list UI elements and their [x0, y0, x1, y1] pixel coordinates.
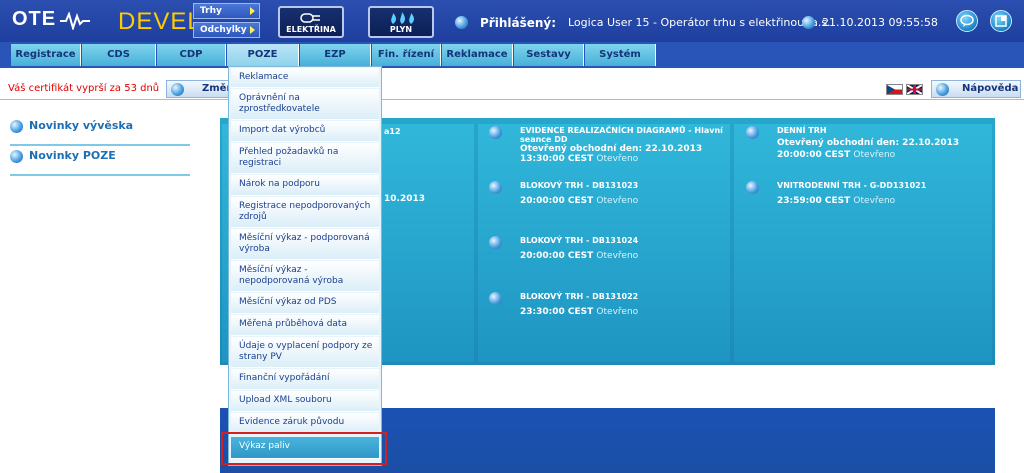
elektrina-label: ELEKTŘINA	[286, 25, 336, 34]
menu-item-merena-data[interactable]: Měřená průběhová data	[231, 315, 379, 336]
flag-cz-icon[interactable]	[886, 84, 903, 95]
elektrina-button[interactable]: ELEKTŘINA	[278, 6, 344, 38]
plug-icon	[300, 13, 320, 23]
ote-logo[interactable]: OTE	[12, 8, 90, 31]
plyn-button[interactable]: PLYN	[368, 6, 434, 38]
bullet-icon	[10, 120, 23, 133]
event-status: Otevřeno	[596, 196, 639, 206]
chat-icon[interactable]	[956, 10, 978, 32]
event-title: EVIDENCE REALIZAČNÍCH DIAGRAMŮ - Hlavní …	[520, 126, 723, 144]
event-title: a12	[384, 127, 401, 136]
bullet-icon	[936, 83, 949, 96]
event-time: 23:30:00 CEST	[520, 307, 594, 317]
clock: 21.10.2013 09:55:58	[822, 16, 938, 29]
menu-item-opravneni[interactable]: Oprávnění na zprostředkovatele	[231, 89, 379, 120]
event-item[interactable]: VNITRODENNÍ TRH - G-DD131021 23:59:00 CE…	[746, 181, 991, 206]
cert-warning: Váš certifikát vyprší za 53 dnů	[8, 83, 160, 94]
menu-item-evidence-zaruk[interactable]: Evidence záruk původu	[231, 413, 379, 434]
change-button[interactable]: Změn	[166, 80, 234, 98]
event-status: Otevřeno	[853, 150, 896, 160]
wave-logo-icon	[60, 12, 90, 30]
gas-flame-icon	[391, 12, 414, 24]
poze-dropdown-menu: Reklamace Oprávnění na zprostředkovatele…	[228, 66, 382, 466]
bullet-icon	[489, 181, 502, 194]
trhy-button[interactable]: Trhy	[193, 3, 260, 19]
event-subtitle: Otevřený obchodní den: 22.10.2013	[520, 144, 703, 154]
event-title: DENNÍ TRH	[777, 126, 827, 135]
event-time: 20:00:00 CEST	[520, 251, 594, 261]
env-label: DEVEL	[118, 8, 202, 35]
menu-item-narok[interactable]: Nárok na podporu	[231, 175, 379, 196]
event-time: 23:59:00 CEST	[777, 196, 851, 206]
bullet-icon	[10, 150, 23, 163]
menu-item-vykaz-podporovana[interactable]: Měsíční výkaz - podporovaná výroba	[231, 229, 379, 260]
event-status: Otevřeno	[853, 196, 896, 206]
event-title: VNITRODENNÍ TRH - G-DD131021	[777, 181, 927, 190]
event-item[interactable]: DENNÍ TRH Otevřený obchodní den: 22.10.2…	[746, 126, 991, 160]
tab-cds[interactable]: CDS	[82, 44, 156, 66]
flag-uk-icon[interactable]	[906, 84, 923, 95]
login-user: Logica User 15 - Operátor trhu s elektři…	[568, 16, 831, 29]
sidebar-item-novinky-poze[interactable]: Novinky POZE	[10, 148, 190, 176]
trhy-label: Trhy	[200, 6, 222, 16]
event-status: Otevřeno	[596, 251, 639, 261]
menu-item-registrace-nepodporovanych[interactable]: Registrace nepodporovaných zdrojů	[231, 197, 379, 228]
menu-item-reklamace[interactable]: Reklamace	[231, 68, 379, 88]
window-icon[interactable]	[990, 10, 1012, 32]
event-title: BLOKOVÝ TRH - DB131023	[520, 181, 639, 190]
menu-item-udaje-vyplaceni[interactable]: Údaje o vyplacení podpory ze strany PV	[231, 337, 379, 368]
tab-reklamace[interactable]: Reklamace	[442, 44, 513, 66]
event-item[interactable]: EVIDENCE REALIZAČNÍCH DIAGRAMŮ - Hlavní …	[489, 126, 730, 164]
tab-registrace[interactable]: Registrace	[11, 44, 81, 66]
odchylky-label: Odchylky	[200, 25, 247, 35]
plyn-label: PLYN	[389, 25, 413, 34]
event-time: 13:30:00 CEST	[520, 154, 594, 164]
tab-fin-rizeni[interactable]: Fin. řízení	[372, 44, 441, 66]
arrow-right-icon	[250, 26, 255, 34]
logo-text: OTE	[12, 8, 57, 30]
menu-item-vykaz-pds[interactable]: Měsíční výkaz od PDS	[231, 293, 379, 314]
menu-item-prehled-pozadavku[interactable]: Přehled požadavků na registraci	[231, 143, 379, 174]
help-label: Nápověda	[962, 83, 1019, 94]
menu-item-financni-vyporadani[interactable]: Finanční vypořádání	[231, 369, 379, 390]
bullet-icon	[746, 126, 759, 139]
bullet-icon	[802, 16, 815, 29]
bullet-icon	[455, 16, 468, 29]
odchylky-button[interactable]: Odchylky	[193, 22, 260, 38]
login-label: Přihlášený:	[480, 16, 557, 30]
help-button[interactable]: Nápověda	[931, 80, 1021, 98]
bullet-icon	[489, 126, 502, 139]
bullet-icon	[746, 181, 759, 194]
event-item[interactable]: BLOKOVÝ TRH - DB131022 23:30:00 CEST Ote…	[489, 292, 730, 317]
arrow-right-icon	[250, 7, 255, 15]
sidebar-item-label: Novinky vývěska	[29, 119, 134, 132]
menu-item-vykaz-nepodporovana[interactable]: Měsíční výkaz - nepodporovaná výroba	[231, 261, 379, 292]
event-time: 20:00:00 CEST	[777, 150, 851, 160]
tab-cdp[interactable]: CDP	[157, 44, 226, 66]
event-status: Otevřeno	[596, 307, 639, 317]
sidebar-item-label: Novinky POZE	[29, 149, 116, 162]
tab-poze[interactable]: POZE	[227, 44, 299, 66]
highlight-annotation	[221, 432, 387, 465]
tab-ezp[interactable]: EZP	[300, 44, 371, 66]
event-subtitle: Otevřený obchodní den: 22.10.2013	[777, 138, 960, 148]
event-time: 20:00:00 CEST	[520, 196, 594, 206]
menu-item-import-dat[interactable]: Import dat výrobců	[231, 121, 379, 142]
event-item[interactable]: BLOKOVÝ TRH - DB131024 20:00:00 CEST Ote…	[489, 236, 730, 261]
event-time: 10.2013	[384, 194, 425, 204]
event-title: BLOKOVÝ TRH - DB131022	[520, 292, 639, 301]
sidebar-item-novinky-vyveska[interactable]: Novinky vývěska	[10, 118, 190, 146]
event-item[interactable]: BLOKOVÝ TRH - DB131023 20:00:00 CEST Ote…	[489, 181, 730, 206]
tab-system[interactable]: Systém	[585, 44, 656, 66]
bullet-icon	[171, 83, 184, 96]
event-status: Otevřeno	[596, 154, 639, 164]
bullet-icon	[489, 236, 502, 249]
tab-sestavy[interactable]: Sestavy	[514, 44, 584, 66]
event-title: BLOKOVÝ TRH - DB131024	[520, 236, 639, 245]
bullet-icon	[489, 292, 502, 305]
menu-item-upload-xml[interactable]: Upload XML souboru	[231, 391, 379, 412]
